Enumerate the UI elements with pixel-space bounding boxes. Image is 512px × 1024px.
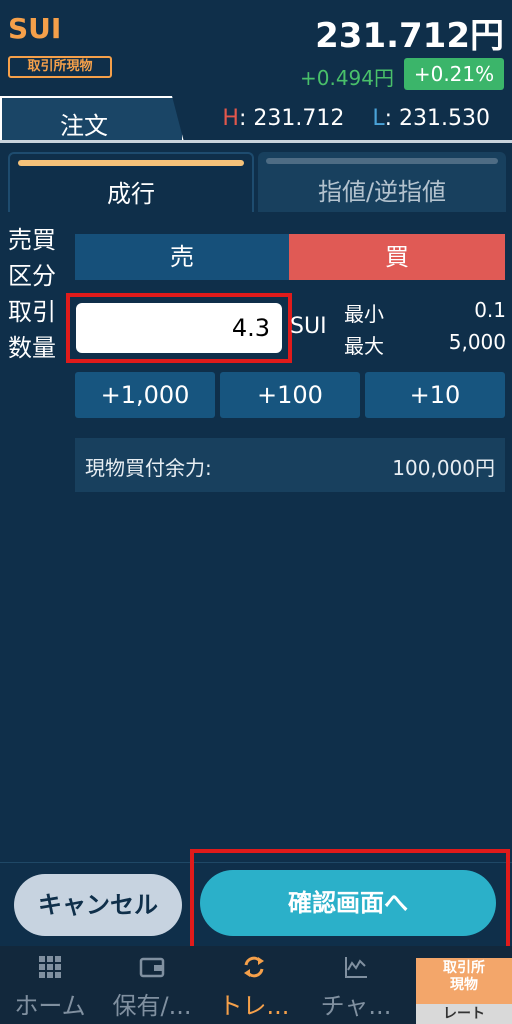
- quantity-label-line1: 取引: [8, 298, 56, 326]
- high-key: H: [222, 106, 239, 131]
- wallet-icon: [139, 957, 165, 978]
- high-low-readout: H: 231.712 L: 231.530: [222, 106, 490, 131]
- add-10-button[interactable]: +10: [365, 372, 505, 418]
- nav-trade-label: トレ...: [218, 992, 290, 1020]
- price-change: +0.494円: [299, 66, 394, 90]
- confirm-button[interactable]: 確認画面へ: [200, 870, 496, 936]
- nav-trade[interactable]: トレ...: [204, 946, 304, 1024]
- side-label-line1: 売買: [8, 226, 56, 254]
- cancel-button[interactable]: キャンセル: [14, 874, 182, 936]
- add-1000-button[interactable]: +1,000: [75, 372, 215, 418]
- sell-button[interactable]: 売: [75, 234, 289, 280]
- buy-button[interactable]: 買: [289, 234, 505, 280]
- market-badge: 取引所現物: [8, 56, 112, 78]
- tab-inactive-indicator: [266, 158, 498, 164]
- tab-order-label: 注文: [60, 112, 108, 140]
- rate-title-line1: 取引所: [443, 960, 485, 976]
- quantity-input[interactable]: 4.3: [76, 303, 282, 353]
- nav-chart-label: チャ...: [320, 992, 392, 1020]
- high-value: : 231.712: [238, 106, 345, 131]
- price-change-percent-badge: +0.21%: [404, 58, 504, 90]
- rate-toggle[interactable]: 取引所 現物 レート: [416, 958, 512, 1024]
- tab-divider: [0, 140, 512, 143]
- buying-power-value: 100,000円: [392, 456, 495, 480]
- refresh-arrows-icon: [244, 956, 264, 978]
- low-value: : 231.530: [384, 106, 490, 131]
- add-100-button[interactable]: +100: [220, 372, 360, 418]
- low-key: L: [372, 106, 385, 131]
- rate-label: レート: [416, 1004, 512, 1024]
- min-value: 0.1: [474, 298, 506, 322]
- nav-holdings[interactable]: 保有/...: [102, 946, 202, 1024]
- tab-order[interactable]: 注文: [0, 96, 184, 142]
- rate-title: 取引所 現物: [416, 960, 512, 994]
- nav-home[interactable]: ホーム: [0, 946, 100, 1024]
- nav-home-label: ホーム: [14, 992, 86, 1020]
- nav-chart[interactable]: チャ...: [306, 946, 406, 1024]
- side-label-line2: 区分: [8, 262, 56, 290]
- buying-power-box: 現物買付余力: 100,000円: [75, 438, 505, 492]
- quantity-label-line2: 数量: [8, 334, 56, 362]
- grid-icon: [39, 956, 61, 978]
- rate-title-line2: 現物: [450, 977, 478, 993]
- side-label: 売買 区分: [8, 222, 68, 294]
- order-tab-bar: 注文 H: 231.712 L: 231.530: [0, 96, 512, 146]
- quantity-label: 取引 数量: [8, 294, 68, 366]
- side-toggle: 売 買: [75, 234, 505, 280]
- quantity-unit: SUI: [290, 314, 327, 339]
- min-label: 最小: [344, 302, 384, 326]
- order-type-tabs: 成行 指値/逆指値: [0, 146, 512, 212]
- nav-holdings-label: 保有/...: [112, 992, 192, 1020]
- max-value: 5,000: [448, 330, 506, 354]
- tab-limit-order[interactable]: 指値/逆指値: [258, 152, 506, 212]
- header: SUI 取引所現物 231.712円 +0.494円 +0.21%: [0, 0, 512, 96]
- tab-market-order-label: 成行: [107, 180, 155, 208]
- tab-active-indicator: [18, 160, 244, 166]
- buying-power-label: 現物買付余力:: [85, 456, 212, 480]
- max-label: 最大: [344, 334, 384, 358]
- chart-icon: [345, 957, 367, 978]
- current-price: 231.712円: [315, 16, 504, 56]
- tab-limit-order-label: 指値/逆指値: [317, 178, 447, 206]
- symbol-title: SUI: [8, 12, 62, 45]
- tab-market-order[interactable]: 成行: [8, 152, 254, 212]
